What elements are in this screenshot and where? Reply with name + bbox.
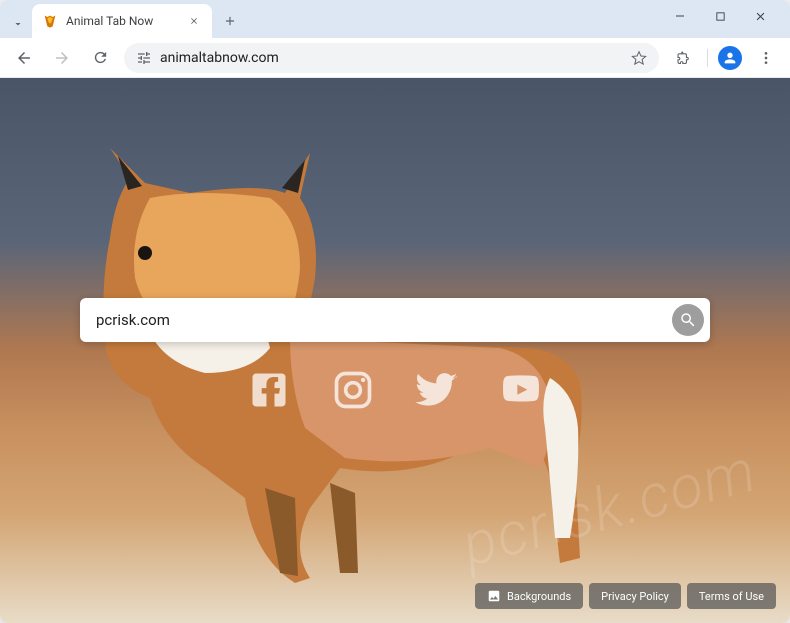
background-image [0,78,790,623]
search-button[interactable] [672,304,704,336]
terms-button[interactable]: Terms of Use [687,583,776,609]
bookmark-button[interactable] [631,50,647,66]
more-vert-icon [758,50,774,66]
page-content: pcrisk.com Backgrounds Privacy Policy Te… [0,78,790,623]
tab-bar: Animal Tab Now [0,0,790,38]
youtube-icon[interactable] [499,368,543,412]
instagram-icon[interactable] [331,368,375,412]
profile-button[interactable] [718,46,742,70]
footer-buttons: Backgrounds Privacy Policy Terms of Use [475,583,776,609]
person-icon [722,50,738,66]
site-info-button[interactable] [136,50,152,66]
browser-window: Animal Tab Now [0,0,790,623]
extensions-button[interactable] [669,44,697,72]
browser-toolbar: animaltabnow.com [0,38,790,78]
image-icon [487,589,501,603]
facebook-icon[interactable] [247,368,291,412]
puzzle-icon [675,49,692,66]
browser-tab[interactable]: Animal Tab Now [32,4,212,38]
search-icon [679,311,697,329]
close-window-button[interactable] [746,2,774,30]
back-button[interactable] [10,44,38,72]
search-input[interactable] [96,311,672,329]
tab-search-dropdown[interactable] [8,10,28,38]
plus-icon [223,14,237,28]
backgrounds-label: Backgrounds [507,590,571,603]
twitter-icon[interactable] [415,368,459,412]
privacy-label: Privacy Policy [601,590,669,603]
menu-button[interactable] [752,44,780,72]
window-controls [666,2,782,30]
backgrounds-button[interactable]: Backgrounds [475,583,583,609]
tune-icon [136,50,152,66]
address-bar[interactable]: animaltabnow.com [124,43,659,73]
chevron-down-icon [12,18,24,30]
arrow-left-icon [15,49,33,67]
minimize-button[interactable] [666,2,694,30]
maximize-icon [715,11,726,22]
new-tab-button[interactable] [216,7,244,35]
terms-label: Terms of Use [699,590,764,603]
reload-button[interactable] [86,44,114,72]
close-icon [189,16,199,26]
url-text: animaltabnow.com [160,50,623,66]
toolbar-divider [707,49,708,67]
maximize-button[interactable] [706,2,734,30]
fox-favicon-icon [42,13,58,29]
tab-title: Animal Tab Now [66,14,178,28]
close-icon [754,10,767,23]
minimize-icon [674,10,686,22]
tab-close-button[interactable] [186,13,202,29]
social-links [0,368,790,412]
arrow-right-icon [53,49,71,67]
forward-button[interactable] [48,44,76,72]
search-bar [80,298,710,342]
star-icon [631,50,647,66]
privacy-policy-button[interactable]: Privacy Policy [589,583,681,609]
reload-icon [92,49,109,66]
